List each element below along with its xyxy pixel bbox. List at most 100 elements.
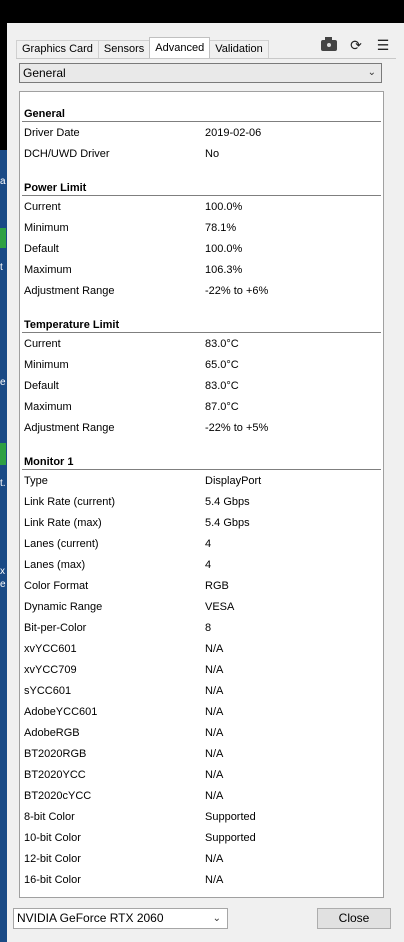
info-row: 12-bit Color N/A: [24, 849, 379, 870]
info-value: Supported: [205, 811, 256, 823]
info-label: Link Rate (current): [24, 496, 116, 508]
info-value: 8: [205, 622, 212, 634]
info-value: 4: [205, 538, 212, 550]
menu-icon: ☰: [376, 36, 390, 53]
info-value: N/A: [205, 790, 224, 802]
info-value: N/A: [205, 874, 224, 886]
info-row: BT2020YCC N/A: [24, 765, 379, 786]
info-label: Type: [24, 475, 48, 487]
desktop-icon-green: [0, 443, 6, 465]
info-label: Minimum: [24, 222, 69, 234]
info-label: 16-bit Color: [24, 874, 81, 886]
info-value: N/A: [205, 748, 224, 760]
info-value: 5.4 Gbps: [205, 496, 250, 508]
category-select-value: General: [23, 66, 66, 80]
section-title: Monitor 1: [24, 456, 74, 468]
info-row: Driver Date 2019-02-06: [24, 123, 379, 144]
desktop-text-fragment: e: [0, 377, 6, 388]
info-row: Adjustment Range -22% to +6%: [24, 281, 379, 302]
desktop-text-fragment: e: [0, 579, 6, 590]
info-value: N/A: [205, 853, 224, 865]
toolbar: ⟳ ☰: [320, 36, 392, 54]
info-label: xvYCC601: [24, 643, 77, 655]
info-label: Current: [24, 338, 61, 350]
tab-advanced[interactable]: Advanced: [149, 37, 211, 58]
info-row: Adjustment Range -22% to +5%: [24, 418, 379, 439]
info-row: 16-bit Color N/A: [24, 870, 379, 891]
info-label: BT2020RGB: [24, 748, 87, 760]
tab-divider: [16, 58, 396, 59]
info-label: xvYCC709: [24, 664, 77, 676]
info-row: Bit-per-Color 8: [24, 618, 379, 639]
tab-bar: Graphics Card Sensors Advanced Validatio…: [16, 37, 269, 58]
info-label: Current: [24, 201, 61, 213]
info-row: Link Rate (current) 5.4 Gbps: [24, 492, 379, 513]
info-value: DisplayPort: [205, 475, 262, 487]
info-label: AdobeRGB: [24, 727, 80, 739]
info-label: Adjustment Range: [24, 422, 115, 434]
info-label: 10-bit Color: [24, 832, 81, 844]
info-label: Bit-per-Color: [24, 622, 87, 634]
info-label: Maximum: [24, 264, 72, 276]
info-row: BT2020cYCC N/A: [24, 786, 379, 807]
info-label: BT2020cYCC: [24, 790, 92, 802]
info-row: sYCC601 N/A: [24, 681, 379, 702]
info-row: xvYCC709 N/A: [24, 660, 379, 681]
info-row: Default 83.0°C: [24, 376, 379, 397]
desktop-text-fragment: x: [0, 566, 5, 577]
info-label: Lanes (max): [24, 559, 86, 571]
info-row: AdobeYCC601 N/A: [24, 702, 379, 723]
info-value: 87.0°C: [205, 401, 239, 413]
info-label: Minimum: [24, 359, 69, 371]
info-row: xvYCC601 N/A: [24, 639, 379, 660]
info-label: Adjustment Range: [24, 285, 115, 297]
info-value: 83.0°C: [205, 380, 239, 392]
info-row: Link Rate (max) 5.4 Gbps: [24, 513, 379, 534]
gpu-select[interactable]: NVIDIA GeForce RTX 2060 ⌄: [13, 908, 228, 929]
info-label: 8-bit Color: [24, 811, 75, 823]
desktop-icon-green: [0, 228, 6, 248]
info-value: N/A: [205, 769, 224, 781]
info-row: Minimum 78.1%: [24, 218, 379, 239]
info-value: N/A: [205, 706, 224, 718]
info-row: Lanes (max) 4: [24, 555, 379, 576]
menu-button[interactable]: ☰: [374, 36, 392, 54]
info-value: 106.3%: [205, 264, 243, 276]
category-select[interactable]: General ⌄: [19, 63, 382, 83]
info-value: RGB: [205, 580, 229, 592]
info-row: DCH/UWD Driver No: [24, 144, 379, 165]
gpu-z-window: Graphics Card Sensors Advanced Validatio…: [7, 23, 404, 942]
info-value: 83.0°C: [205, 338, 239, 350]
info-value: -22% to +5%: [205, 422, 269, 434]
info-value: 2019-02-06: [205, 127, 262, 139]
refresh-button[interactable]: ⟳: [347, 36, 365, 54]
info-value: 100.0%: [205, 201, 243, 213]
refresh-icon: ⟳: [350, 36, 362, 53]
section-divider: [22, 332, 381, 333]
info-label: 12-bit Color: [24, 853, 81, 865]
info-label: Dynamic Range: [24, 601, 103, 613]
tab-graphics-card[interactable]: Graphics Card: [16, 40, 99, 58]
tab-sensors[interactable]: Sensors: [97, 40, 151, 58]
tab-validation[interactable]: Validation: [209, 40, 269, 58]
section-divider: [22, 121, 381, 122]
info-value: 4: [205, 559, 212, 571]
info-row: Color Format RGB: [24, 576, 379, 597]
info-row: BT2020RGB N/A: [24, 744, 379, 765]
section-title: Temperature Limit: [24, 319, 120, 331]
advanced-info-panel[interactable]: General Driver Date 2019-02-06 DCH/UWD Driv…: [19, 91, 384, 898]
screenshot-button[interactable]: [320, 36, 338, 54]
camera-icon: [321, 36, 337, 51]
info-label: AdobeYCC601: [24, 706, 98, 718]
close-button[interactable]: Close: [317, 908, 391, 929]
info-label: BT2020YCC: [24, 769, 86, 781]
info-row: Type DisplayPort: [24, 471, 379, 492]
info-row: Default 100.0%: [24, 239, 379, 260]
info-label: DCH/UWD Driver: [24, 148, 110, 160]
info-row: Maximum 106.3%: [24, 260, 379, 281]
section-divider: [22, 195, 381, 196]
desktop-text-fragment: t: [0, 262, 3, 273]
info-row: Dynamic Range VESA: [24, 597, 379, 618]
info-row: Current 100.0%: [24, 197, 379, 218]
info-value: 100.0%: [205, 243, 243, 255]
